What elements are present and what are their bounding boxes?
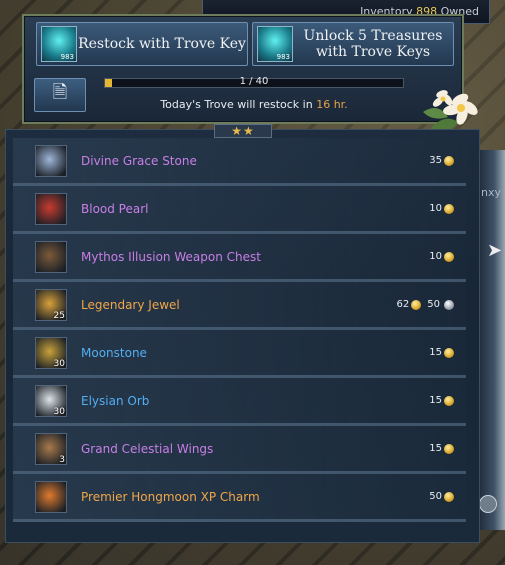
item-price: 15	[429, 347, 454, 358]
star-rating: ★★	[214, 124, 272, 138]
key-count: 983	[276, 53, 290, 61]
divine-grace-stone-icon	[35, 144, 67, 177]
list-item[interactable]: 3 Grand Celestial Wings 15	[13, 426, 466, 474]
xp-charm-icon	[35, 480, 67, 513]
weapon-chest-icon	[35, 240, 67, 273]
celestial-wings-icon: 3	[35, 432, 67, 465]
price-value-alt: 50	[427, 299, 440, 310]
unlock-treasures-button[interactable]: 983 Unlock 5 Treasures with Trove Keys	[252, 22, 454, 66]
blood-pearl-icon	[35, 192, 67, 225]
unlock-label-line1: Unlock 5 Treasures	[303, 28, 443, 44]
item-name: Grand Celestial Wings	[81, 441, 214, 456]
price-value: 10	[429, 251, 442, 262]
key-count: 983	[60, 53, 74, 61]
price-value: 15	[429, 443, 442, 454]
trove-key-icon: 983	[41, 26, 77, 62]
item-price: 15	[429, 443, 454, 454]
item-price: 10	[429, 251, 454, 262]
gold-coin-icon	[444, 347, 454, 358]
gold-coin-icon	[444, 251, 454, 262]
item-name: Blood Pearl	[81, 201, 149, 216]
item-price: 62 50	[397, 299, 454, 310]
item-price: 50	[429, 491, 454, 502]
gold-coin-icon	[444, 395, 454, 406]
document-icon: 🗎	[52, 82, 68, 103]
trove-info-button[interactable]: 🗎	[34, 78, 86, 112]
item-price: 10	[429, 203, 454, 214]
item-name: Premier Hongmoon XP Charm	[81, 489, 260, 504]
unlock-button-label: Unlock 5 Treasures with Trove Keys	[293, 28, 453, 60]
list-item[interactable]: Blood Pearl 10	[13, 186, 466, 234]
silver-coin-icon	[444, 299, 454, 310]
item-quantity: 25	[53, 310, 65, 321]
restock-timer-hours: 16 hr.	[316, 98, 348, 111]
item-price: 15	[429, 395, 454, 406]
item-quantity: 3	[59, 454, 65, 465]
price-value: 35	[429, 155, 442, 166]
gold-coin-icon	[444, 155, 454, 166]
side-panel-text: Inxy	[477, 186, 501, 199]
side-panel-strip	[477, 150, 505, 530]
side-round-button[interactable]	[479, 495, 497, 513]
restock-button[interactable]: 983 Restock with Trove Key	[36, 22, 248, 66]
mouse-cursor-icon: ➤	[487, 240, 503, 261]
list-item[interactable]: Mythos Illusion Weapon Chest 10	[13, 234, 466, 282]
list-item[interactable]: Divine Grace Stone 35	[13, 138, 466, 186]
item-name: Mythos Illusion Weapon Chest	[81, 249, 261, 264]
restock-timer: Today's Trove will restock in 16 hr.	[104, 98, 404, 111]
list-item[interactable]: 30 Elysian Orb 15	[13, 378, 466, 426]
item-quantity: 30	[53, 358, 65, 369]
trove-progress: 1 / 40 Today's Trove will restock in 16 …	[104, 76, 404, 111]
gold-coin-icon	[411, 299, 422, 310]
item-name: Legendary Jewel	[81, 297, 180, 312]
price-value: 50	[429, 491, 442, 502]
trove-top-panel: 983 Restock with Trove Key 983 Unlock 5 …	[22, 14, 478, 134]
list-item[interactable]: 25 Legendary Jewel 62 50	[13, 282, 466, 330]
price-value: 15	[429, 395, 442, 406]
gold-coin-icon	[444, 203, 454, 214]
list-item[interactable]: 30 Moonstone 15	[13, 330, 466, 378]
price-value: 15	[429, 347, 442, 358]
unlock-label-line2: with Trove Keys	[315, 44, 431, 60]
list-item[interactable]: Premier Hongmoon XP Charm 50	[13, 474, 466, 522]
item-name: Moonstone	[81, 345, 147, 360]
price-value: 62	[396, 299, 410, 310]
gold-coin-icon	[444, 443, 454, 454]
legendary-jewel-icon: 25	[35, 288, 67, 321]
item-name: Elysian Orb	[81, 393, 150, 408]
item-quantity: 30	[53, 406, 65, 417]
restock-button-label: Restock with Trove Key	[78, 36, 246, 52]
gold-coin-icon	[444, 491, 454, 502]
item-name: Divine Grace Stone	[81, 153, 197, 168]
restock-timer-prefix: Today's Trove will restock in	[160, 98, 313, 111]
price-value: 10	[429, 203, 442, 214]
elysian-orb-icon: 30	[35, 384, 67, 417]
moonstone-icon: 30	[35, 336, 67, 369]
trove-key-icon: 983	[257, 26, 293, 62]
item-price: 35	[429, 155, 454, 166]
progress-text: 1 / 40	[239, 76, 269, 87]
